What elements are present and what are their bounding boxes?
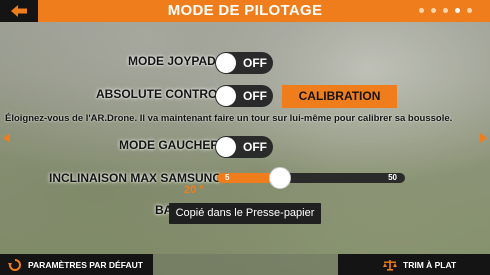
clipboard-toast: Copié dans le Presse-papier	[169, 203, 321, 224]
page-dot-active	[455, 8, 460, 13]
max-tilt-slider[interactable]: 5 50	[217, 167, 405, 189]
toggle-state: OFF	[243, 140, 267, 154]
max-tilt-label: INCLINAISON MAX SAMSUNG	[49, 171, 222, 185]
absolute-control-toggle[interactable]: OFF	[215, 85, 273, 107]
previous-page-arrow-icon[interactable]	[3, 133, 11, 143]
toggle-state: OFF	[243, 89, 267, 103]
toggle-knob	[216, 86, 236, 106]
absolute-control-label: ABSOLUTE CONTROL	[96, 87, 225, 101]
joypad-toggle[interactable]: OFF	[215, 52, 273, 74]
next-page-arrow-icon[interactable]	[479, 133, 487, 143]
joypad-label: MODE JOYPAD	[128, 54, 216, 68]
flat-trim-button[interactable]: TRIM À PLAT	[338, 254, 490, 275]
slider-max-label: 50	[388, 173, 397, 182]
header-bar: MODE DE PILOTAGE	[0, 0, 490, 22]
calibration-button[interactable]: CALIBRATION	[282, 85, 397, 108]
balance-scale-icon	[383, 259, 397, 271]
footer-bar: PARAMÈTRES PAR DÉFAUT TRIM À PLAT	[0, 254, 490, 275]
page-dot	[467, 8, 472, 13]
slider-thumb[interactable]	[269, 167, 291, 189]
page-indicator	[419, 8, 472, 13]
reset-defaults-button[interactable]: PARAMÈTRES PAR DÉFAUT	[0, 254, 153, 275]
reset-icon	[8, 258, 21, 271]
toggle-state: OFF	[243, 56, 267, 70]
slider-value: 20 °	[184, 184, 204, 196]
calibration-info-text: Éloignez-vous de l'AR.Drone. Il va maint…	[5, 113, 453, 124]
page-title: MODE DE PILOTAGE	[167, 2, 323, 19]
page-dot	[431, 8, 436, 13]
page-dot	[443, 8, 448, 13]
footer-spacer	[153, 254, 338, 275]
flat-trim-label: TRIM À PLAT	[403, 259, 457, 270]
toggle-knob	[216, 53, 236, 73]
reset-defaults-label: PARAMÈTRES PAR DÉFAUT	[28, 259, 143, 270]
toggle-knob	[216, 137, 236, 157]
left-handed-label: MODE GAUCHER	[119, 138, 220, 152]
slider-min-label: 5	[225, 173, 230, 182]
left-handed-toggle[interactable]: OFF	[215, 136, 273, 158]
page-dot	[419, 8, 424, 13]
